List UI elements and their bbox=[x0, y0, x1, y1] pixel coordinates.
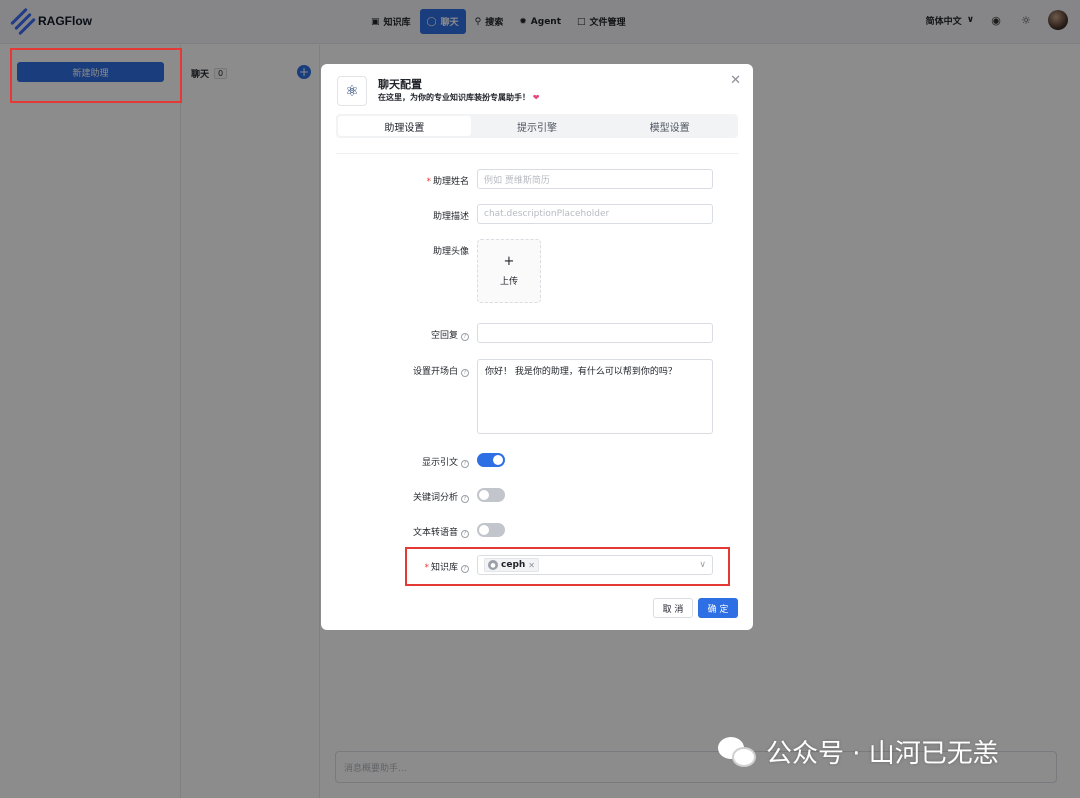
help-icon[interactable]: ? bbox=[461, 369, 469, 377]
divider bbox=[336, 153, 738, 154]
opener-label: 设置开场白? bbox=[329, 364, 469, 377]
keyword-analysis-toggle[interactable] bbox=[477, 488, 505, 502]
help-icon[interactable]: ? bbox=[461, 333, 469, 341]
tts-toggle[interactable] bbox=[477, 523, 505, 537]
modal-title: 聊天配置 bbox=[378, 78, 422, 91]
label-text: 空回复 bbox=[430, 331, 458, 341]
highlight-box bbox=[405, 547, 730, 586]
empty-response-input[interactable] bbox=[477, 323, 713, 343]
modal-subtitle: 在这里，为你的专业知识库装扮专属助手！ ❤ bbox=[378, 92, 540, 103]
watermark-text: 公众号 · 山河已无恙 bbox=[766, 739, 999, 769]
label-text: 设置开场白 bbox=[412, 367, 458, 377]
cancel-button[interactable]: 取 消 bbox=[653, 598, 693, 618]
plus-icon: + bbox=[503, 254, 515, 269]
tab-model-settings[interactable]: 模型设置 bbox=[603, 116, 736, 136]
keyword-analysis-label: 关键词分析? bbox=[329, 490, 469, 503]
config-tabs: 助理设置 提示引擎 模型设置 bbox=[336, 114, 738, 138]
highlight-box bbox=[10, 48, 182, 103]
tab-assistant-settings[interactable]: 助理设置 bbox=[338, 116, 471, 136]
subtitle-text: 在这里，为你的专业知识库装扮专属助手！ bbox=[378, 93, 530, 102]
hearts-icon: ❤ bbox=[532, 93, 540, 102]
help-icon[interactable]: ? bbox=[461, 460, 469, 468]
tab-prompt-engine[interactable]: 提示引擎 bbox=[471, 116, 604, 136]
atom-icon: ⚛ bbox=[337, 76, 367, 106]
label-text: 显示引文 bbox=[421, 458, 458, 468]
opener-textarea[interactable]: 你好！ 我是你的助理，有什么可以帮到你的吗？ bbox=[477, 359, 713, 434]
assistant-description-input[interactable]: chat.descriptionPlaceholder bbox=[477, 204, 713, 224]
tts-label: 文本转语音? bbox=[329, 525, 469, 538]
assistant-name-label: * 助理姓名 bbox=[426, 177, 469, 187]
label-text: 关键词分析 bbox=[412, 493, 458, 503]
assistant-avatar-label: 助理头像 bbox=[432, 247, 469, 257]
assistant-description-label: 助理描述 bbox=[432, 212, 469, 222]
chat-config-modal: ⚛ 聊天配置 在这里，为你的专业知识库装扮专属助手！ ❤ ✕ 助理设置 提示引擎… bbox=[321, 64, 753, 630]
label-text: 助理姓名 bbox=[432, 177, 469, 187]
empty-response-label: 空回复? bbox=[329, 328, 469, 341]
wechat-icon bbox=[718, 735, 758, 769]
assistant-name-input[interactable]: 例如 贾维斯简历 bbox=[477, 169, 713, 189]
label-text: 文本转语音 bbox=[412, 528, 458, 538]
upload-label: 上传 bbox=[499, 277, 518, 287]
close-icon[interactable]: ✕ bbox=[730, 73, 741, 88]
help-icon[interactable]: ? bbox=[461, 495, 469, 503]
show-quote-toggle[interactable] bbox=[477, 453, 505, 467]
show-quote-label: 显示引文? bbox=[329, 455, 469, 468]
help-icon[interactable]: ? bbox=[461, 530, 469, 538]
ok-button[interactable]: 确 定 bbox=[698, 598, 738, 618]
avatar-upload[interactable]: + 上传 bbox=[477, 239, 541, 303]
watermark: 公众号 · 山河已无恙 bbox=[718, 733, 999, 770]
